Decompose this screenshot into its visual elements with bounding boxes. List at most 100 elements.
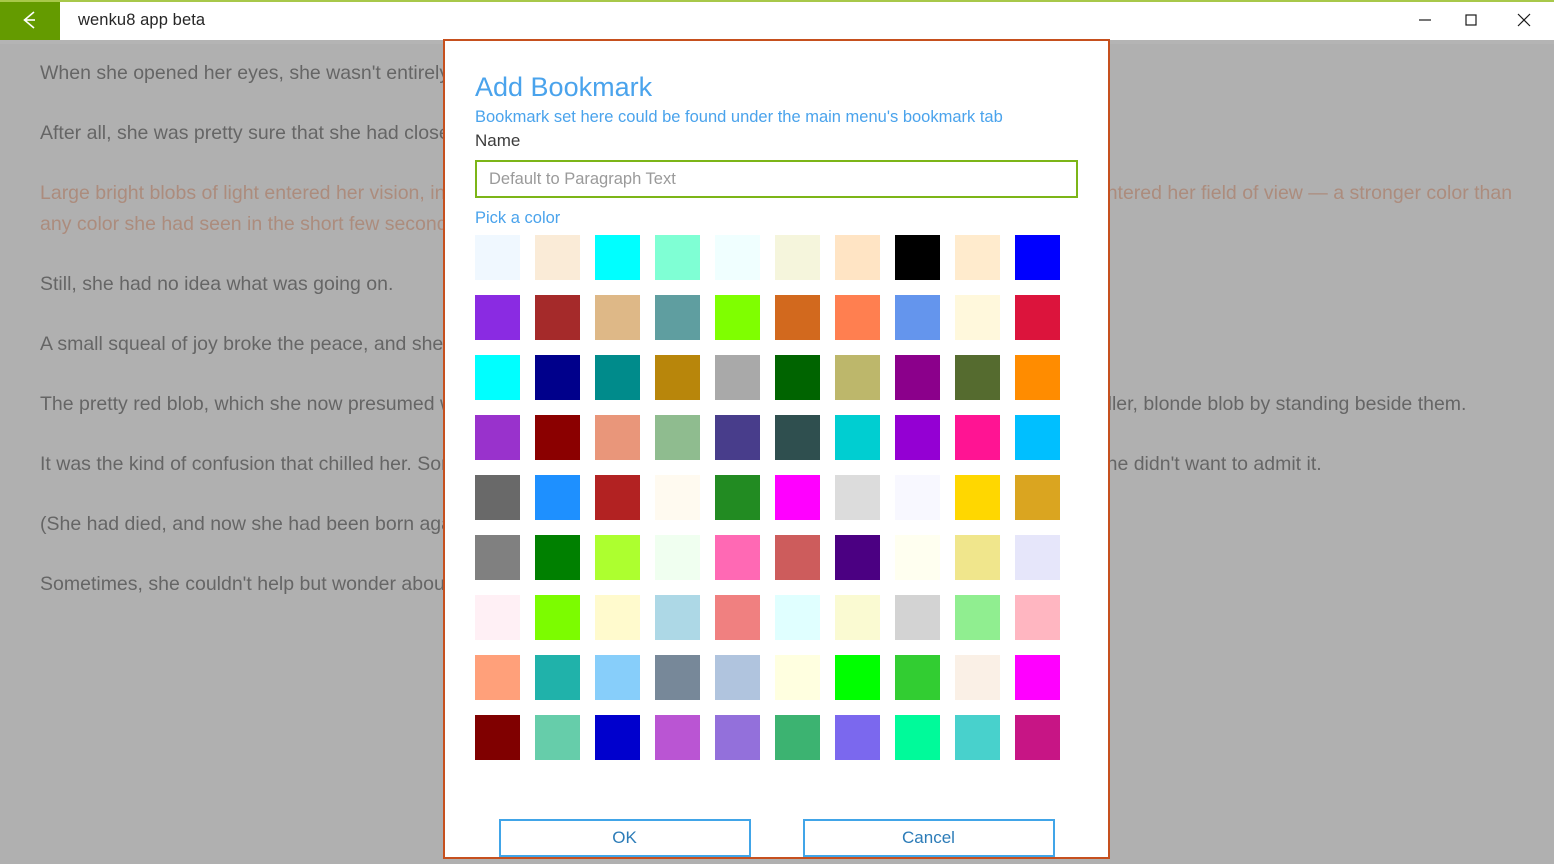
color-swatch-darkslateblue[interactable] xyxy=(715,415,760,460)
color-swatch-mediumturquoise[interactable] xyxy=(955,715,1000,760)
color-swatch-lightcoral[interactable] xyxy=(715,595,760,640)
color-swatch-darkred[interactable] xyxy=(535,415,580,460)
color-swatch-gold[interactable] xyxy=(955,475,1000,520)
maximize-icon xyxy=(1463,12,1479,28)
color-swatch-aliceblue[interactable] xyxy=(475,235,520,280)
color-swatch-deepskyblue[interactable] xyxy=(1015,415,1060,460)
color-swatch-linen[interactable] xyxy=(955,655,1000,700)
color-swatch-darkorange[interactable] xyxy=(1015,355,1060,400)
color-swatch-ghostwhite[interactable] xyxy=(895,475,940,520)
color-swatch-indianred[interactable] xyxy=(775,535,820,580)
color-swatch-burlywood[interactable] xyxy=(595,295,640,340)
color-swatch-forestgreen[interactable] xyxy=(715,475,760,520)
color-swatch-lightskyblue[interactable] xyxy=(595,655,640,700)
color-swatch-khaki[interactable] xyxy=(955,535,1000,580)
color-swatch-lightgoldenrodyellow[interactable] xyxy=(835,595,880,640)
color-swatch-bisque[interactable] xyxy=(835,235,880,280)
color-swatch-limegreen[interactable] xyxy=(895,655,940,700)
color-swatch-darksalmon[interactable] xyxy=(595,415,640,460)
color-swatch-deeppink[interactable] xyxy=(955,415,1000,460)
color-swatch-floralwhite[interactable] xyxy=(655,475,700,520)
color-swatch-magenta[interactable] xyxy=(1015,655,1060,700)
color-swatch-darkslategray[interactable] xyxy=(775,415,820,460)
color-swatch-cornsilk[interactable] xyxy=(955,295,1000,340)
color-swatch-lawngreen[interactable] xyxy=(535,595,580,640)
color-swatch-lightcyan[interactable] xyxy=(775,595,820,640)
color-swatch-lightslategray[interactable] xyxy=(655,655,700,700)
color-swatch-maroon[interactable] xyxy=(475,715,520,760)
color-swatch-darkviolet[interactable] xyxy=(895,415,940,460)
back-button[interactable] xyxy=(0,0,60,40)
color-swatch-lightpink[interactable] xyxy=(1015,595,1060,640)
color-swatch-chocolate[interactable] xyxy=(775,295,820,340)
color-swatch-mediumorchid[interactable] xyxy=(655,715,700,760)
color-swatch-mediumspringgreen[interactable] xyxy=(895,715,940,760)
color-swatch-dodgerblue[interactable] xyxy=(535,475,580,520)
color-swatch-ivory[interactable] xyxy=(895,535,940,580)
color-swatch-dimgray[interactable] xyxy=(475,475,520,520)
color-swatch-indigo[interactable] xyxy=(835,535,880,580)
color-swatch-greenyellow[interactable] xyxy=(595,535,640,580)
color-swatch-gainsboro[interactable] xyxy=(835,475,880,520)
bookmark-name-input[interactable] xyxy=(475,160,1078,198)
minimize-button[interactable] xyxy=(1402,0,1448,40)
color-swatch-darkmagenta[interactable] xyxy=(895,355,940,400)
color-swatch-hotpink[interactable] xyxy=(715,535,760,580)
color-swatch-lightsalmon[interactable] xyxy=(475,655,520,700)
color-swatch-goldenrod[interactable] xyxy=(1015,475,1060,520)
color-swatch-mediumseagreen[interactable] xyxy=(775,715,820,760)
color-swatch-cadetblue[interactable] xyxy=(655,295,700,340)
color-swatch-antiquewhite[interactable] xyxy=(535,235,580,280)
color-swatch-blueviolet[interactable] xyxy=(475,295,520,340)
color-swatch-azure[interactable] xyxy=(715,235,760,280)
color-swatch-lightgray[interactable] xyxy=(895,595,940,640)
color-swatch-darkturquoise[interactable] xyxy=(835,415,880,460)
color-swatch-lightseagreen[interactable] xyxy=(535,655,580,700)
color-swatch-lavender[interactable] xyxy=(1015,535,1060,580)
color-swatch-darkgray[interactable] xyxy=(715,355,760,400)
close-button[interactable] xyxy=(1494,0,1554,40)
color-swatch-mediumblue[interactable] xyxy=(595,715,640,760)
color-swatch-darkorchid[interactable] xyxy=(475,415,520,460)
color-swatch-crimson[interactable] xyxy=(1015,295,1060,340)
color-swatch-lime[interactable] xyxy=(835,655,880,700)
color-swatch-lightgreen[interactable] xyxy=(955,595,1000,640)
color-swatch-darkgreen[interactable] xyxy=(775,355,820,400)
color-swatch-blanchedalmond[interactable] xyxy=(955,235,1000,280)
color-swatch-lavenderblush[interactable] xyxy=(475,595,520,640)
dialog-subtitle: Bookmark set here could be found under t… xyxy=(475,106,1078,129)
color-swatch-darkgoldenrod[interactable] xyxy=(655,355,700,400)
color-swatch-lightblue[interactable] xyxy=(655,595,700,640)
color-swatch-honeydew[interactable] xyxy=(655,535,700,580)
color-swatch-darkkhaki[interactable] xyxy=(835,355,880,400)
color-swatch-lightyellow[interactable] xyxy=(775,655,820,700)
color-swatch-mediumpurple[interactable] xyxy=(715,715,760,760)
color-swatch-cornflowerblue[interactable] xyxy=(895,295,940,340)
color-swatch-beige[interactable] xyxy=(775,235,820,280)
cancel-button[interactable]: Cancel xyxy=(803,819,1055,857)
color-swatch-gray[interactable] xyxy=(475,535,520,580)
ok-button[interactable]: OK xyxy=(499,819,751,857)
color-swatch-lemonchiffon[interactable] xyxy=(595,595,640,640)
color-swatch-cyan[interactable] xyxy=(475,355,520,400)
color-swatch-black[interactable] xyxy=(895,235,940,280)
color-swatch-brown[interactable] xyxy=(535,295,580,340)
color-swatch-darkblue[interactable] xyxy=(535,355,580,400)
color-swatch-coral[interactable] xyxy=(835,295,880,340)
color-swatch-darkolivegreen[interactable] xyxy=(955,355,1000,400)
color-swatch-chartreuse[interactable] xyxy=(715,295,760,340)
color-swatch-aqua[interactable] xyxy=(595,235,640,280)
maximize-button[interactable] xyxy=(1448,0,1494,40)
color-swatch-blue[interactable] xyxy=(1015,235,1060,280)
color-swatch-mediumvioletred[interactable] xyxy=(1015,715,1060,760)
color-swatch-fuchsia[interactable] xyxy=(775,475,820,520)
color-swatch-darkseagreen[interactable] xyxy=(655,415,700,460)
color-swatch-mediumaquamarine[interactable] xyxy=(535,715,580,760)
color-swatch-darkcyan[interactable] xyxy=(595,355,640,400)
color-swatch-firebrick[interactable] xyxy=(595,475,640,520)
color-swatch-lightsteelblue[interactable] xyxy=(715,655,760,700)
color-swatch-aquamarine[interactable] xyxy=(655,235,700,280)
color-swatch-mediumslateblue[interactable] xyxy=(835,715,880,760)
color-swatch-green[interactable] xyxy=(535,535,580,580)
color-swatch-grid xyxy=(475,235,1078,760)
